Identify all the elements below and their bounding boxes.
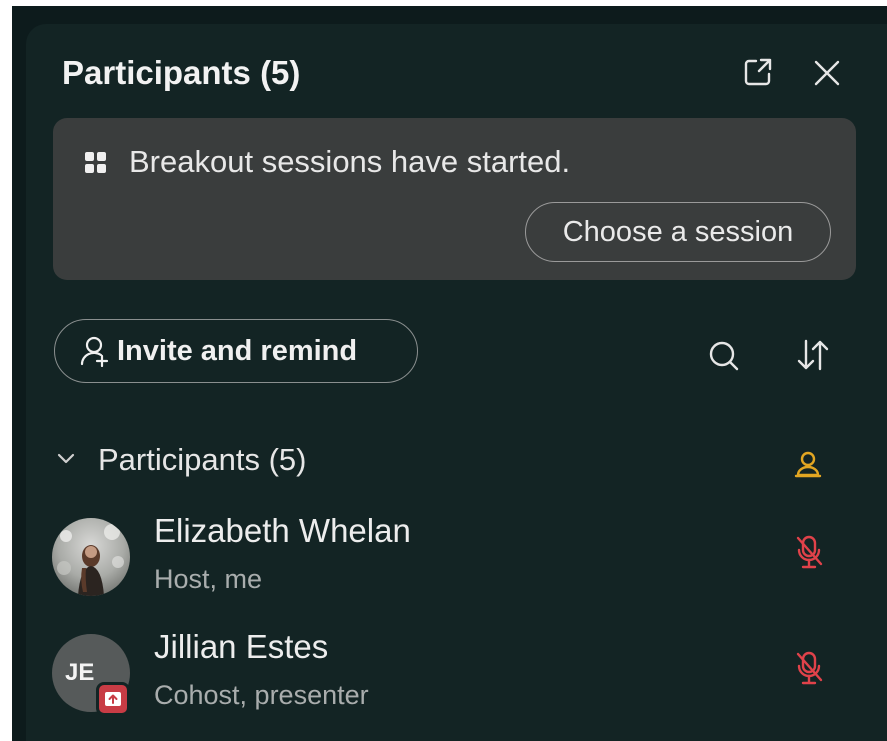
- participants-section-toggle[interactable]: Participants (5): [56, 442, 306, 478]
- sort-icon[interactable]: [796, 338, 830, 372]
- participant-role: Host, me: [154, 564, 263, 594]
- invite-remind-button[interactable]: Invite and remind: [54, 319, 418, 383]
- search-icon[interactable]: [708, 340, 740, 372]
- breakout-grid-icon: [85, 152, 107, 178]
- participant-row-jillian[interactable]: JE Jillian Estes Cohost, presenter: [52, 628, 852, 724]
- avatar: [52, 518, 130, 596]
- mic-muted-icon[interactable]: [794, 534, 824, 574]
- participant-name: Jillian Estes: [154, 628, 329, 665]
- participant-row-elizabeth[interactable]: Elizabeth Whelan Host, me: [52, 512, 852, 608]
- close-icon[interactable]: [813, 59, 841, 87]
- invite-remind-label: Invite and remind: [117, 334, 358, 367]
- share-screen-badge-icon: [96, 682, 130, 716]
- chevron-down-icon: [56, 451, 76, 470]
- person-add-icon: [79, 335, 109, 367]
- panel-title: Participants (5): [62, 54, 301, 91]
- avatar-initials: JE: [65, 659, 95, 686]
- breakout-message: Breakout sessions have started.: [129, 144, 571, 179]
- section-label: Participants (5): [98, 442, 307, 477]
- choose-session-button[interactable]: Choose a session: [525, 202, 831, 262]
- popout-icon[interactable]: [742, 56, 774, 88]
- host-badge-icon: [793, 449, 823, 479]
- participant-name: Elizabeth Whelan: [154, 512, 411, 549]
- participant-role: Cohost, presenter: [154, 680, 369, 710]
- participants-panel: Participants (5) Breakout sessions have …: [12, 6, 887, 741]
- breakout-banner: Breakout sessions have started. Choose a…: [53, 118, 856, 280]
- mic-muted-icon[interactable]: [794, 650, 824, 690]
